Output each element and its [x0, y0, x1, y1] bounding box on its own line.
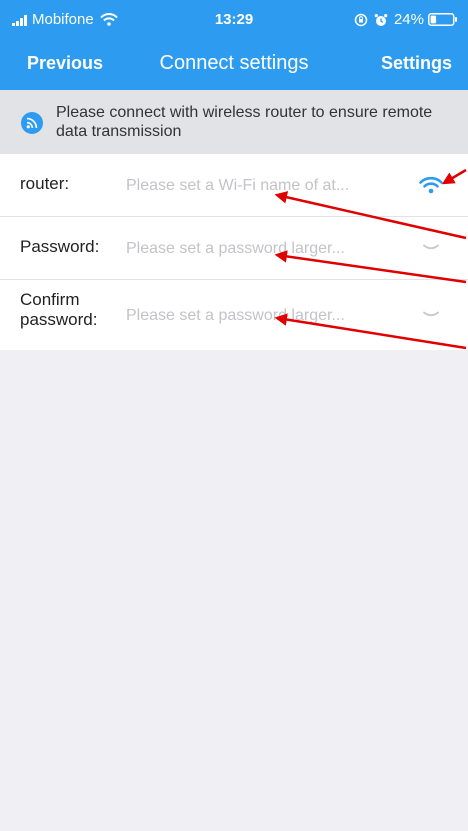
wifi-signal-icon	[21, 112, 43, 134]
orientation-lock-icon	[354, 13, 368, 26]
connect-form: router: Password: Confirm password:	[0, 154, 468, 350]
eye-closed-icon[interactable]	[416, 302, 446, 328]
battery-percent: 24%	[393, 11, 424, 28]
wifi-icon[interactable]	[416, 172, 446, 198]
password-input[interactable]	[124, 235, 378, 263]
notice-text: Please connect with wireless router to e…	[56, 104, 433, 140]
status-right: 24%	[354, 11, 458, 28]
battery-icon	[428, 13, 457, 26]
notice-banner: Please connect with wireless router to e…	[0, 90, 468, 154]
confirm-password-input[interactable]	[124, 302, 378, 330]
router-row: router:	[0, 154, 468, 217]
nav-bar: Previous Connect settings Settings	[0, 38, 468, 90]
status-bar: Mobifone 13:29 24%	[0, 0, 468, 38]
settings-button[interactable]: Settings	[381, 53, 452, 74]
confirm-label-line1: Confirm	[20, 290, 80, 309]
router-label: router:	[20, 174, 70, 193]
alarm-icon	[374, 13, 388, 26]
confirm-label-line2: password:	[20, 310, 98, 329]
confirm-password-row: Confirm password:	[0, 280, 468, 350]
router-input[interactable]	[124, 172, 378, 200]
eye-closed-icon[interactable]	[416, 235, 446, 261]
confirm-password-label: Confirm password:	[20, 290, 97, 330]
password-label: Password:	[20, 237, 100, 256]
password-row: Password:	[0, 217, 468, 280]
